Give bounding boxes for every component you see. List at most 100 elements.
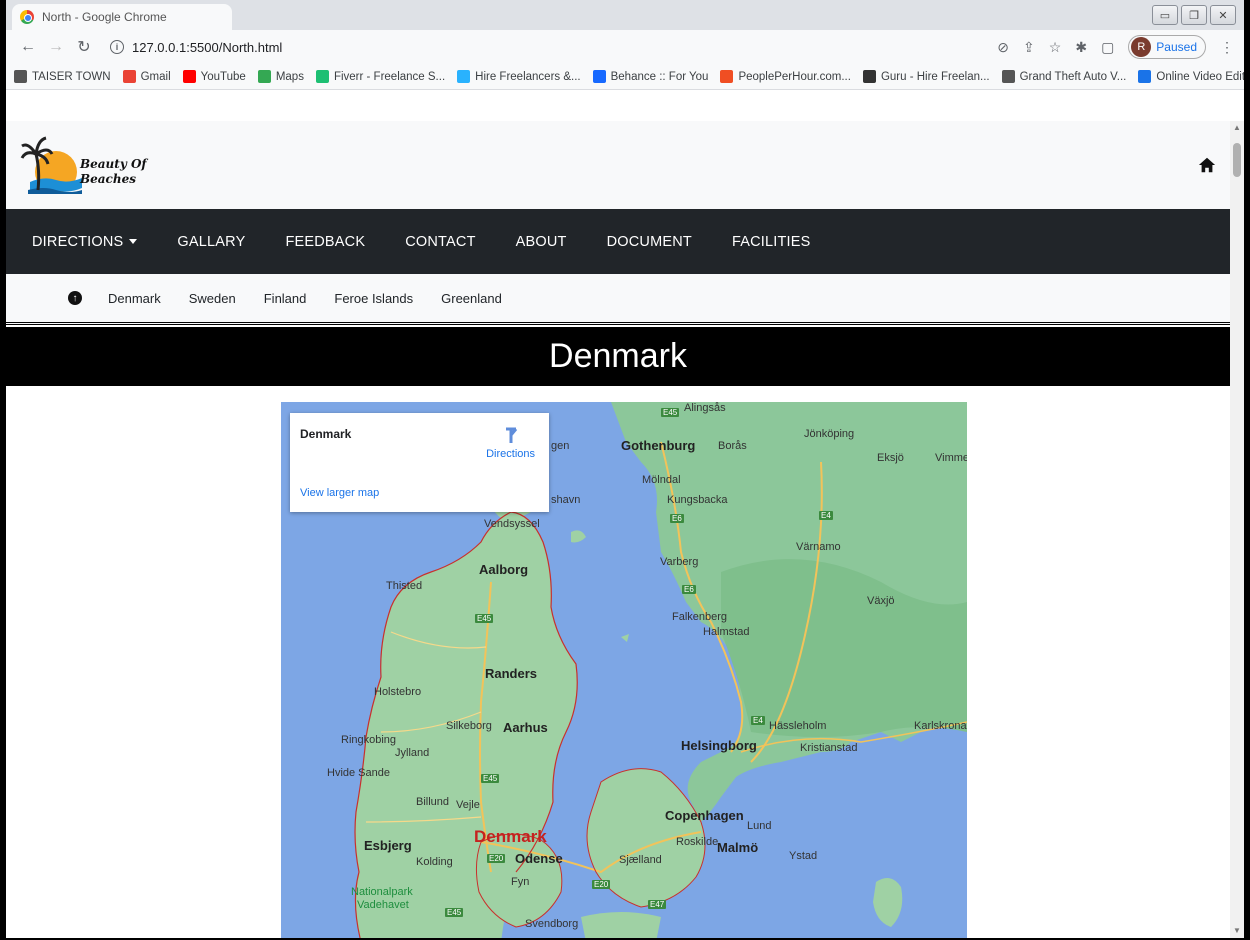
browser-tab[interactable]: North - Google Chrome [12,4,232,30]
bookmark-item[interactable]: Grand Theft Auto V... [1001,70,1126,83]
subnav-item[interactable]: Feroe Islands [334,291,413,306]
highway-shield: E6 [670,514,684,523]
subnav-item[interactable]: Greenland [441,291,502,306]
freelancer-icon [457,70,471,83]
map-label: Ystad [789,850,818,862]
map-label: Randers [485,666,538,681]
address-bar[interactable]: i 127.0.0.1:5500/North.html [104,34,997,60]
bookmark-star-icon[interactable]: ☆ [1049,39,1062,56]
scroll-up-arrow-icon[interactable]: ▲ [1230,121,1244,135]
avatar: R [1131,37,1152,57]
nav-item-label: DIRECTIONS [32,233,124,250]
map-label: Billund [416,796,450,808]
bookmark-label: YouTube [200,70,246,83]
close-button[interactable]: ✕ [1210,5,1236,25]
bookmark-label: Guru - Hire Freelan... [880,70,990,83]
view-larger-map-link[interactable]: View larger map [300,487,379,499]
site-logo[interactable]: Beauty Of Beaches [20,132,147,198]
map-label: Alingsås [684,402,726,414]
page-scrollbar[interactable]: ▲ ▼ [1230,121,1244,938]
browser-toolbar: ← → ↻ i 127.0.0.1:5500/North.html ⊘ ⇪ ☆ … [6,30,1244,64]
subnav-item[interactable]: Sweden [189,291,236,306]
pph-icon [720,70,734,83]
map-label: Aalborg [479,562,529,577]
palm-beach-logo-icon [20,136,82,194]
forward-arrow-icon[interactable]: → [44,38,68,56]
map-label: Odense [515,851,563,866]
map-label: Denmark [474,827,547,846]
youtube-icon [182,70,196,83]
url-text: 127.0.0.1:5500/North.html [132,39,283,55]
highway-shield: E4 [751,716,765,725]
minimize-button[interactable]: ▭ [1152,5,1178,25]
browser-title-bar: North - Google Chrome ▭ ❐ ✕ [6,0,1244,30]
map-label: Mölndal [642,474,681,486]
highway-shield: E6 [682,585,696,594]
profile-button[interactable]: R Paused [1128,35,1206,59]
nav-item-directions[interactable]: DIRECTIONS [32,233,138,250]
map-label: Kungsbacka [667,494,728,506]
subnav-item[interactable]: Finland [264,291,307,306]
map-label: Eksjö [877,452,904,464]
nav-item-label: FEEDBACK [285,233,366,250]
side-panel-icon[interactable]: ▢ [1101,39,1114,56]
map-label: Holstebro [374,686,422,698]
extensions-icon[interactable]: ✱ [1075,39,1087,56]
arrow-up-circle-icon[interactable]: ↑ [68,291,82,305]
nav-item-feedback[interactable]: FEEDBACK [285,234,365,250]
nav-item-document[interactable]: DOCUMENT [607,234,692,250]
site-info-icon[interactable]: i [110,40,124,54]
directions-button[interactable]: Directions [486,427,535,460]
scrollbar-thumb[interactable] [1233,143,1241,177]
gta-icon [1001,70,1015,83]
nav-item-facilities[interactable]: FACILITIES [732,234,811,250]
bookmark-item[interactable]: Maps [257,70,304,83]
map-label: Copenhagen [665,808,744,823]
bookmark-item[interactable]: YouTube [182,70,246,83]
scroll-down-arrow-icon[interactable]: ▼ [1230,924,1244,938]
globe-icon [14,70,27,83]
nav-item-label: DOCUMENT [606,233,692,250]
directions-icon [505,427,517,443]
nav-item-label: FACILITIES [731,233,811,250]
home-icon[interactable] [1198,156,1216,174]
highway-shield: E4 [819,511,833,520]
bookmark-item[interactable]: TAISER TOWN [14,70,111,83]
menu-kebab-icon[interactable]: ⋮ [1220,39,1234,56]
caret-down-icon [129,239,138,245]
map-label: Malmö [717,840,759,855]
bookmark-item[interactable]: Behance :: For You [592,70,708,83]
map-info-card: Denmark Directions View larger map [290,413,549,512]
nav-item-contact[interactable]: CONTACT [405,234,475,250]
bookmark-item[interactable]: Hire Freelancers &... [457,70,581,83]
map-label: Ringkobing [341,734,397,746]
restore-button[interactable]: ❐ [1181,5,1207,25]
behance-icon [592,70,606,83]
map-label: Gothenburg [621,438,696,453]
share-icon[interactable]: ⇪ [1023,39,1035,56]
highway-shield: E47 [648,900,667,909]
bookmark-item[interactable]: Online Video Editor... [1138,70,1244,83]
gmail-icon [122,70,136,83]
bookmark-item[interactable]: Guru - Hire Freelan... [862,70,990,83]
window-controls: ▭ ❐ ✕ [1152,5,1236,25]
embedded-map[interactable]: Alingsås Gothenburg Borås Jönköping Eksj… [281,402,967,938]
bookmark-item[interactable]: Fiverr - Freelance S... [315,70,445,83]
map-label: Karlskrona [914,720,967,732]
video-editor-icon [1138,70,1152,83]
bookmark-item[interactable]: Gmail [122,70,171,83]
nav-item-about[interactable]: ABOUT [516,234,567,250]
bookmark-label: Maps [275,70,304,83]
subnav-item[interactable]: Denmark [108,291,161,306]
highway-shield: E20 [592,880,611,889]
map-label: Vejle [456,799,480,811]
nav-item-gallary[interactable]: GALLARY [177,234,245,250]
reload-icon[interactable]: ↻ [72,37,96,57]
map-place-name: Denmark [300,427,352,441]
back-arrow-icon[interactable]: ← [16,38,40,56]
country-subnav: ↑ Denmark Sweden Finland Feroe Islands Green… [6,274,1230,325]
map-label: Vendsyssel [484,518,540,530]
tracking-off-icon[interactable]: ⊘ [997,39,1009,56]
bookmark-label: TAISER TOWN [32,70,111,83]
bookmark-item[interactable]: PeoplePerHour.com... [720,70,851,83]
